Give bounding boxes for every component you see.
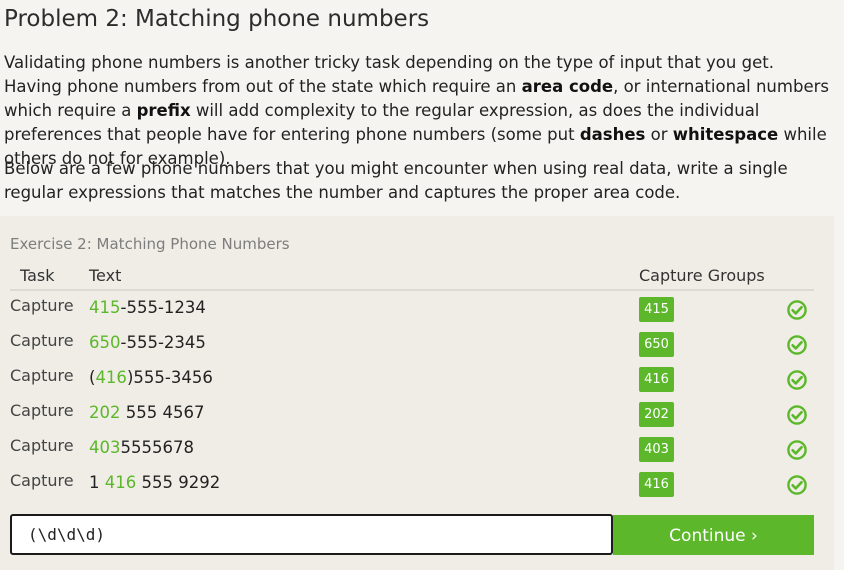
header-divider — [10, 289, 814, 291]
check-circle-icon — [787, 405, 807, 425]
row-sample-text: (416)555-3456 — [89, 368, 213, 387]
check-circle-icon — [787, 335, 807, 355]
sample-matched-area-code: 416 — [104, 473, 137, 492]
continue-button[interactable]: Continue › — [613, 515, 814, 555]
row-task-label: Capture — [10, 331, 74, 350]
sample-suffix: )555-3456 — [126, 368, 213, 387]
column-header-capture-groups: Capture Groups — [639, 266, 765, 285]
instructions-paragraph: Below are a few phone numbers that you m… — [4, 159, 788, 202]
table-row: Capture 202 555 4567 202 — [0, 401, 834, 436]
intro-text: or — [645, 125, 673, 144]
column-header-text: Text — [89, 266, 122, 285]
table-row: Capture 415-555-1234 415 — [0, 296, 834, 331]
capture-group-badge: 650 — [639, 332, 674, 357]
capture-group-badge: 416 — [639, 367, 674, 392]
exercise-title: Exercise 2: Matching Phone Numbers — [10, 235, 290, 253]
row-sample-text: 415-555-1234 — [89, 298, 206, 317]
table-row: Capture (416)555-3456 416 — [0, 366, 834, 401]
intro-paragraph: Validating phone numbers is another tric… — [4, 51, 834, 171]
capture-group-badge: 202 — [639, 402, 674, 427]
sample-matched-area-code: 202 — [89, 403, 121, 422]
term-whitespace: whitespace — [672, 125, 779, 144]
sample-prefix: 1 — [89, 473, 105, 492]
sample-suffix: 555 4567 — [120, 403, 205, 422]
sample-matched-area-code: 403 — [89, 438, 121, 457]
column-header-task: Task — [20, 266, 55, 285]
capture-group-badge: 415 — [639, 297, 674, 322]
exercise-panel: Exercise 2: Matching Phone Numbers Task … — [0, 216, 834, 570]
row-sample-text: 202 555 4567 — [89, 403, 204, 422]
sample-suffix: 555 9292 — [136, 473, 221, 492]
row-sample-text: 650-555-2345 — [89, 333, 206, 352]
capture-group-badge: 416 — [639, 472, 674, 497]
row-task-label: Capture — [10, 436, 74, 455]
regex-input[interactable] — [10, 514, 613, 555]
sample-matched-area-code: 415 — [89, 298, 121, 317]
check-circle-icon — [787, 440, 807, 460]
sample-suffix: -555-2345 — [120, 333, 206, 352]
row-task-label: Capture — [10, 296, 74, 315]
row-task-label: Capture — [10, 401, 74, 420]
term-dashes: dashes — [579, 125, 646, 144]
term-prefix: prefix — [136, 101, 191, 120]
table-row: Capture 1 416 555 9292 416 — [0, 471, 834, 506]
page-title: Problem 2: Matching phone numbers — [4, 6, 430, 32]
row-task-label: Capture — [10, 366, 74, 385]
row-task-label: Capture — [10, 471, 74, 490]
check-circle-icon — [787, 370, 807, 390]
sample-suffix: 5555678 — [120, 438, 195, 457]
term-area-code: area code — [521, 77, 614, 96]
check-circle-icon — [787, 475, 807, 495]
capture-group-badge: 403 — [639, 437, 674, 462]
row-sample-text: 1 416 555 9292 — [89, 473, 220, 492]
sample-suffix: -555-1234 — [120, 298, 206, 317]
table-row: Capture 650-555-2345 650 — [0, 331, 834, 366]
table-row: Capture 4035555678 403 — [0, 436, 834, 471]
check-circle-icon — [787, 300, 807, 320]
row-sample-text: 4035555678 — [89, 438, 194, 457]
sample-matched-area-code: 416 — [95, 368, 127, 387]
sample-matched-area-code: 650 — [89, 333, 121, 352]
